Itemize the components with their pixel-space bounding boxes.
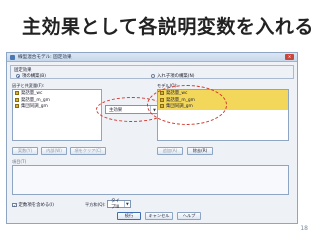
list-item[interactable]: 集団同調_gm [13,103,101,110]
radio-build-terms-label: 項の構築(B) [22,74,47,79]
radio-build-terms[interactable]: 項の構築(B) [16,73,46,79]
sum-of-squares-label: 平方和(Q): [85,202,106,207]
scale-variable-icon [15,104,19,109]
factors-covariates-list[interactable]: 発話量_wc 発話量_m_gm 集団同調_gm [12,89,102,141]
close-icon[interactable]: ✕ [285,54,294,60]
radio-nested-terms-label: 入れ子項の構築(N) [157,74,195,79]
app-icon [10,54,15,60]
list-item-label: 発話量_m_gm [21,97,50,103]
sum-of-squares-select[interactable]: タイプIII ▼ [107,199,131,210]
remove-button[interactable]: 除去(R) [187,147,213,155]
highlight-ellipse-model-terms [147,85,227,125]
radio-selected-icon [16,74,20,78]
fixed-effects-dialog: 線型混合モデル: 固定効果 ✕ 固定効果 項の構築(B) 入れ子項の構築(N) … [6,52,298,224]
radio-nested-terms[interactable]: 入れ子項の構築(N) [151,73,194,79]
list-item-label: 発話量_wc [21,91,43,97]
help-button[interactable]: ヘルプ [177,212,201,220]
cancel-button[interactable]: キャンセル [145,212,173,220]
fixed-effects-group: 固定効果 項の構築(B) 入れ子項の構築(N) [10,65,294,79]
radio-unselected-icon [151,74,155,78]
include-intercept-checkbox[interactable]: ✓ 定数項を含める(I) [12,202,54,208]
page-number: 18 [300,225,308,232]
continue-button[interactable]: 続行 [117,212,141,220]
term-builder-area[interactable] [12,165,289,195]
scale-variable-icon [15,91,19,96]
dialog-titlebar: 線型混合モデル: 固定効果 ✕ [7,53,297,62]
list-item-label: 集団同調_gm [21,104,48,110]
add-button[interactable]: 追加(A) [157,147,183,155]
by-button[interactable]: 実数(Y) [12,147,38,155]
scale-variable-icon [15,97,19,102]
within-button[interactable]: 内部(W) [41,147,67,155]
include-intercept-label: 定数項を含める(I) [18,203,54,208]
slide-title: 主効果として各説明変数を入れる [22,16,314,38]
dialog-title: 線型混合モデル: 固定効果 [18,55,72,60]
chevron-down-icon: ▼ [123,201,130,207]
sum-of-squares-value: タイプIII [111,199,120,210]
checkbox-checked-icon: ✓ [12,202,17,208]
clear-term-button[interactable]: 項をクリア(C) [70,147,106,155]
